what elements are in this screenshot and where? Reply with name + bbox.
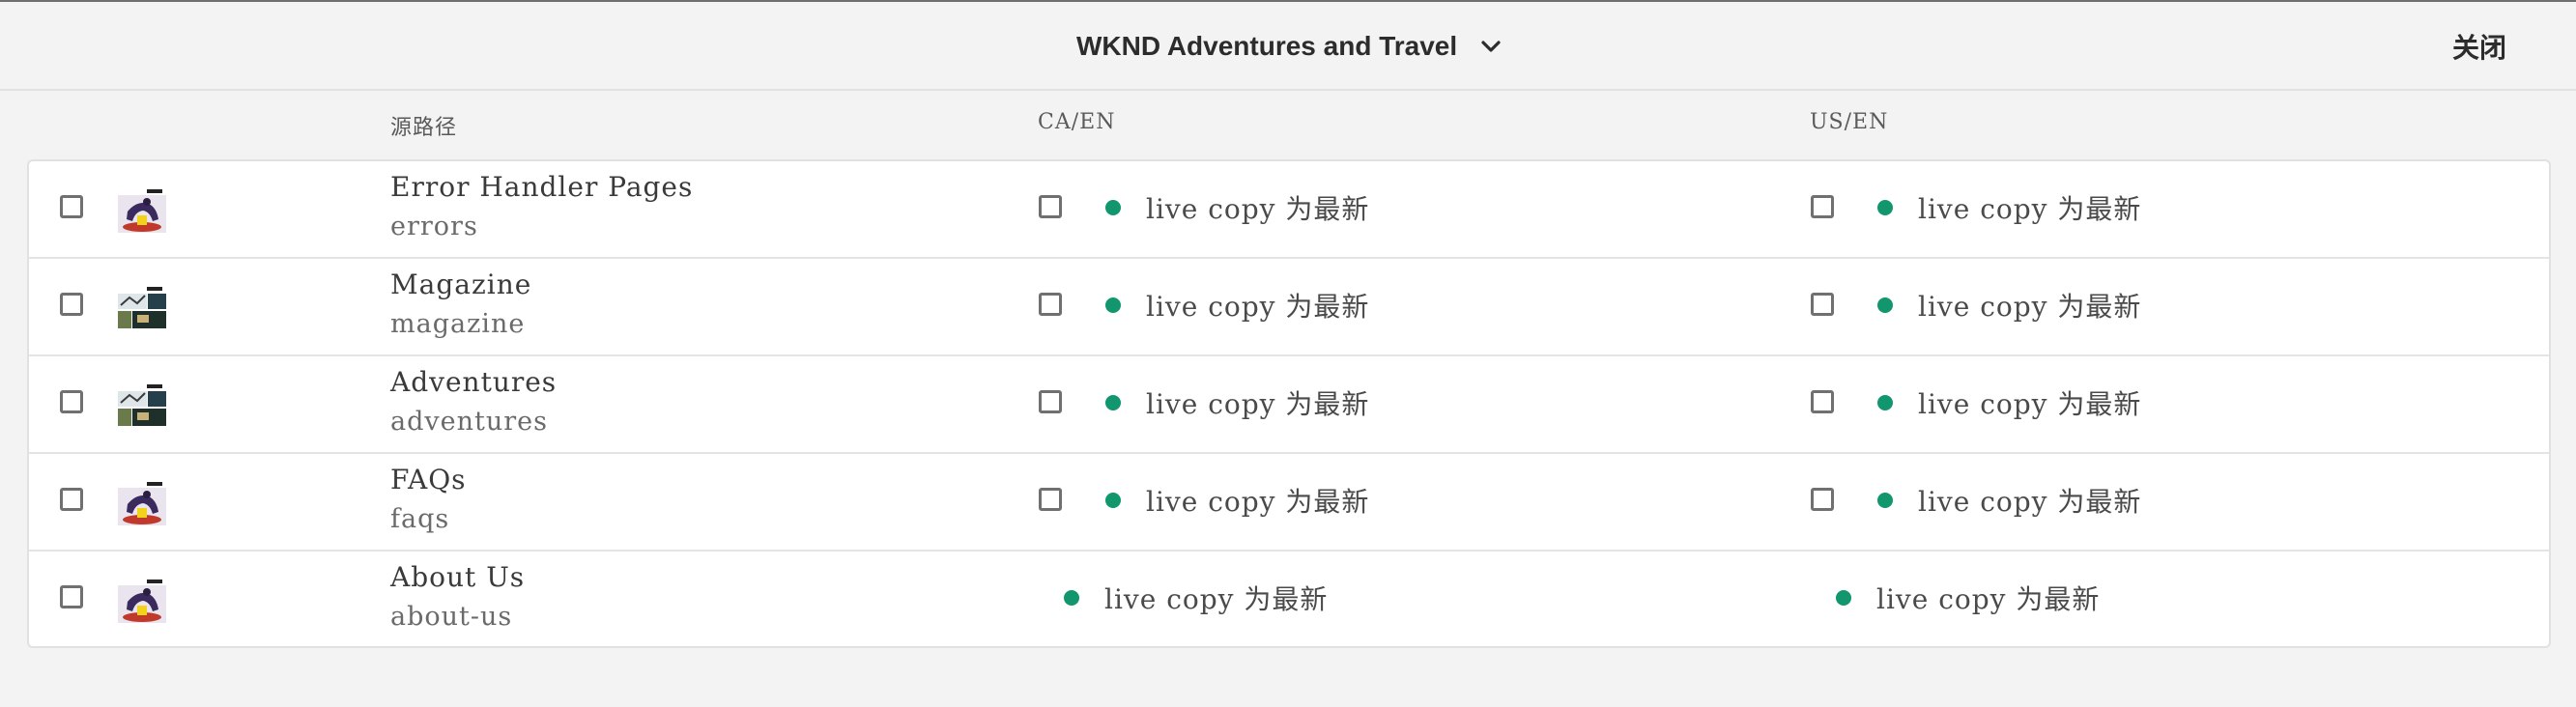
- row-select-checkbox[interactable]: [60, 195, 83, 218]
- close-button[interactable]: 关闭: [2452, 2, 2506, 91]
- ca-en-checkbox[interactable]: [1039, 293, 1062, 316]
- live-copy-table: Error Handler Pages errors live copy 为最新 li…: [27, 159, 2551, 648]
- row-select-checkbox[interactable]: [60, 390, 83, 413]
- us-en-checkbox[interactable]: [1811, 488, 1834, 511]
- us-en-status-text: live copy 为最新: [1918, 291, 2142, 323]
- us-en-status-text: live copy 为最新: [1918, 193, 2142, 225]
- status-dot-icon: [1105, 200, 1121, 215]
- status-dot-icon: [1877, 297, 1893, 313]
- us-en-status: live copy 为最新: [1877, 286, 2141, 325]
- table-row: Adventures adventures live copy 为最新 live co…: [29, 356, 2549, 454]
- ca-en-checkbox[interactable]: [1039, 390, 1062, 413]
- status-dot-icon: [1105, 395, 1121, 410]
- us-en-status: live copy 为最新: [1836, 579, 2100, 617]
- column-header-us-en: US/EN: [1810, 110, 1889, 134]
- status-dot-icon: [1836, 590, 1851, 606]
- ca-en-status: live copy 为最新: [1105, 286, 1369, 325]
- us-en-status-text: live copy 为最新: [1876, 583, 2101, 615]
- us-en-checkbox[interactable]: [1811, 390, 1834, 413]
- dialog-header: WKND Adventures and Travel 关闭: [0, 2, 2576, 91]
- ca-en-checkbox[interactable]: [1039, 195, 1062, 218]
- ca-en-status-text: live copy 为最新: [1146, 486, 1370, 518]
- column-header-ca-en: CA/EN: [1038, 110, 1116, 134]
- status-dot-icon: [1105, 297, 1121, 313]
- ca-en-status-text: live copy 为最新: [1146, 193, 1370, 225]
- status-dot-icon: [1877, 493, 1893, 508]
- page-thumbnail: [118, 383, 166, 428]
- ca-en-status-text: live copy 为最新: [1104, 583, 1329, 615]
- row-select-checkbox[interactable]: [60, 585, 83, 608]
- us-en-status: live copy 为最新: [1877, 481, 2141, 520]
- site-selector[interactable]: WKND Adventures and Travel: [1076, 2, 1503, 91]
- ca-en-status-text: live copy 为最新: [1146, 388, 1370, 420]
- page-title: Error Handler Pages: [390, 171, 694, 203]
- table-row: About Us about-us live copy 为最新 live copy 为…: [29, 551, 2549, 649]
- page-name: adventures: [390, 407, 548, 437]
- column-header-source-path: 源路径: [390, 116, 458, 140]
- ca-en-status-text: live copy 为最新: [1146, 291, 1370, 323]
- page-thumbnail: [118, 481, 166, 525]
- ca-en-checkbox[interactable]: [1039, 488, 1062, 511]
- status-dot-icon: [1877, 200, 1893, 215]
- table-row: FAQs faqs live copy 为最新 live copy 为最新: [29, 454, 2549, 551]
- status-dot-icon: [1064, 590, 1079, 606]
- us-en-checkbox[interactable]: [1811, 195, 1834, 218]
- page-name: magazine: [390, 309, 526, 339]
- page-thumbnail: [118, 188, 166, 233]
- us-en-status-text: live copy 为最新: [1918, 486, 2142, 518]
- ca-en-status: live copy 为最新: [1064, 579, 1328, 617]
- us-en-checkbox[interactable]: [1811, 293, 1834, 316]
- us-en-status-text: live copy 为最新: [1918, 388, 2142, 420]
- us-en-status: live copy 为最新: [1877, 383, 2141, 422]
- page-title: Magazine: [390, 269, 532, 300]
- page-name: errors: [390, 212, 478, 241]
- table-row: Magazine magazine live copy 为最新 live copy 为…: [29, 259, 2549, 356]
- row-select-checkbox[interactable]: [60, 488, 83, 511]
- status-dot-icon: [1877, 395, 1893, 410]
- page-thumbnail: [118, 579, 166, 623]
- page-title: Adventures: [390, 366, 558, 398]
- row-select-checkbox[interactable]: [60, 293, 83, 316]
- page-name: faqs: [390, 504, 450, 534]
- page-thumbnail: [118, 286, 166, 330]
- chevron-down-icon: [1481, 41, 1501, 52]
- status-dot-icon: [1105, 493, 1121, 508]
- page-title: FAQs: [390, 464, 467, 495]
- site-selector-label: WKND Adventures and Travel: [1076, 31, 1458, 61]
- table-row: Error Handler Pages errors live copy 为最新 li…: [29, 161, 2549, 259]
- ca-en-status: live copy 为最新: [1105, 188, 1369, 227]
- ca-en-status: live copy 为最新: [1105, 481, 1369, 520]
- us-en-status: live copy 为最新: [1877, 188, 2141, 227]
- page-name: about-us: [390, 602, 513, 632]
- ca-en-status: live copy 为最新: [1105, 383, 1369, 422]
- page-title: About Us: [390, 561, 526, 593]
